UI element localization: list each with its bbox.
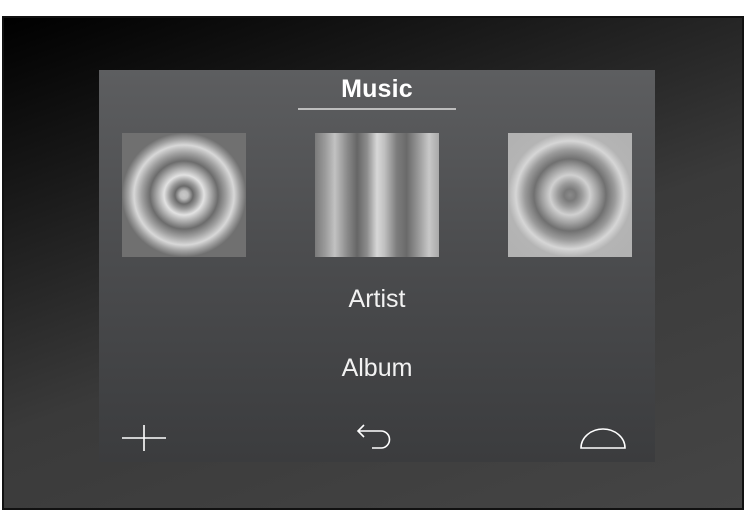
home-button[interactable] <box>577 422 629 452</box>
album-cover-3[interactable] <box>508 133 632 257</box>
page-title: Music <box>341 75 413 103</box>
title-underline <box>298 108 456 110</box>
back-arrow-icon <box>356 424 391 449</box>
album-menu-item[interactable]: Album <box>99 354 655 383</box>
device-screen: Music Artist Album <box>2 16 744 510</box>
music-panel: Music Artist Album <box>99 70 655 462</box>
back-button[interactable] <box>351 422 403 452</box>
album-cover-1[interactable] <box>122 133 246 257</box>
dome-icon <box>580 428 626 449</box>
album-cover-2[interactable] <box>315 133 439 257</box>
artist-menu-item[interactable]: Artist <box>99 285 655 314</box>
plus-icon <box>122 425 166 451</box>
add-button[interactable] <box>118 422 170 452</box>
